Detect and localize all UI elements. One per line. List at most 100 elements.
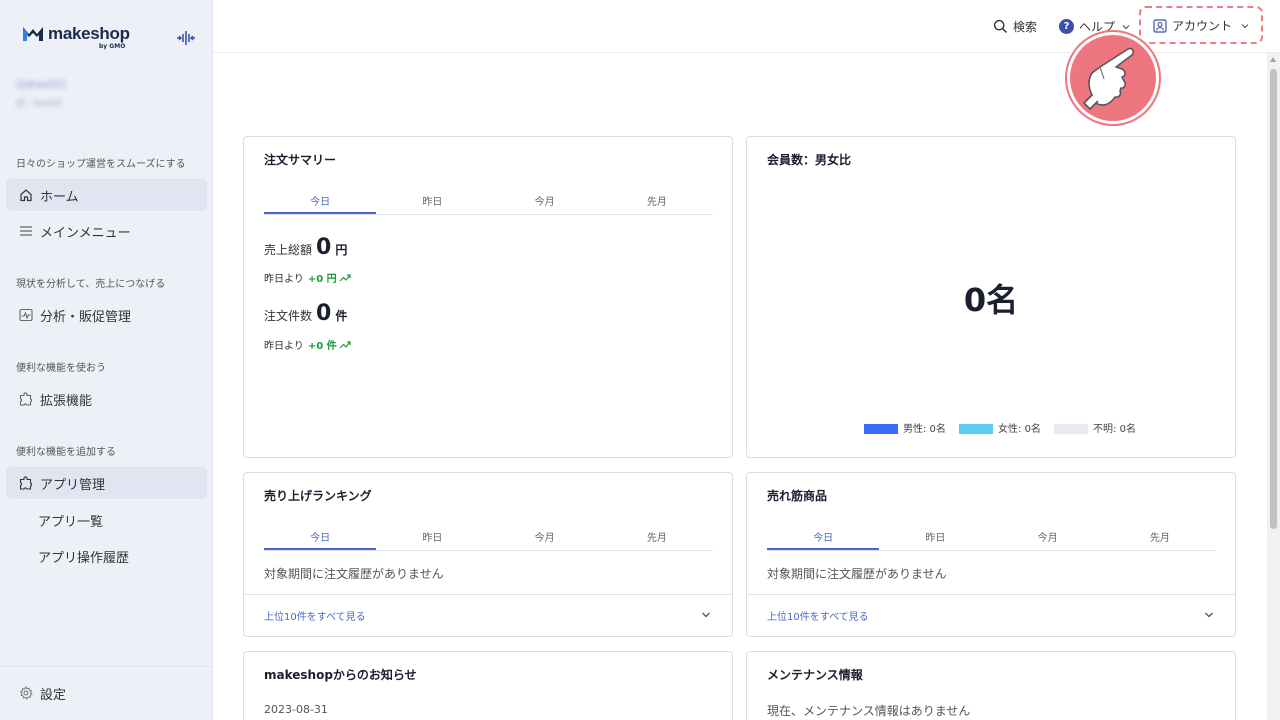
period-tabs: 今日 昨日 今月 先月 — [264, 189, 713, 215]
sidebar-item-settings[interactable]: 設定 — [6, 677, 207, 709]
main-content: 注文サマリー 今日 昨日 今月 先月 売上総額 0 円 昨日より +0 円 注文… — [213, 53, 1267, 720]
tab-today[interactable]: 今日 — [264, 525, 377, 550]
news-card: makeshopからのお知らせ 2023-08-31 — [243, 651, 733, 720]
period-tabs: 今日 昨日 今月 先月 — [264, 525, 713, 551]
legend-unknown: 不明: 0名 — [1054, 424, 1136, 435]
card-title: 売り上げランキング — [264, 489, 372, 503]
apps-puzzle-icon — [18, 475, 34, 491]
collapse-sidebar-icon[interactable] — [176, 28, 196, 48]
tab-this-month[interactable]: 今月 — [489, 525, 601, 550]
chevron-down-icon[interactable] — [1203, 609, 1215, 621]
legend-swatch-unknown — [1054, 424, 1089, 434]
sidebar-footer: 設定 — [0, 666, 213, 720]
section-label-analyze: 現状を分析して、売上につなげる — [16, 279, 166, 290]
search-label: 検索 — [1013, 20, 1038, 34]
search-button[interactable]: 検索 — [993, 18, 1037, 35]
tab-last-month[interactable]: 先月 — [601, 525, 713, 550]
empty-message: 対象期間に注文履歴がありません — [767, 567, 947, 581]
card-title: makeshopからのお知らせ — [264, 668, 417, 682]
period-tabs: 今日 昨日 今月 先月 — [767, 525, 1216, 551]
orders-compare: 昨日より +0 件 — [264, 337, 351, 352]
news-date: 2023-08-31 — [264, 703, 328, 716]
scroll-up-icon[interactable] — [1270, 57, 1276, 62]
logo-text: makeshop — [48, 24, 130, 43]
maintenance-message: 現在、メンテナンス情報はありません — [767, 704, 971, 718]
shop-name: Qdtest01 — [16, 78, 67, 91]
chevron-down-icon[interactable] — [700, 609, 712, 621]
legend-swatch-female — [959, 424, 994, 434]
puzzle-icon — [18, 391, 34, 407]
tab-last-month[interactable]: 先月 — [1104, 525, 1216, 550]
makeshop-logo-icon — [23, 27, 43, 41]
logo-sub: by GMO — [99, 43, 126, 50]
legend-male: 男性: 0名 — [864, 424, 946, 435]
sales-delta: +0 円 — [307, 274, 337, 285]
view-top10-link[interactable]: 上位10件をすべて見る — [767, 608, 869, 623]
sidebar-item-home[interactable]: ホーム — [6, 179, 207, 211]
search-icon — [993, 19, 1008, 34]
member-ratio-card: 会員数：男女比 0名 男性: 0名 女性: 0名 不明: 0名 — [746, 136, 1236, 458]
sidebar-subitem-app-history[interactable]: アプリ操作履歴 — [38, 547, 129, 566]
maintenance-card: メンテナンス情報 現在、メンテナンス情報はありません — [746, 651, 1236, 720]
card-footer[interactable]: 上位10件をすべて見る — [244, 594, 732, 636]
tab-today[interactable]: 今日 — [767, 525, 880, 550]
sidebar-item-extensions[interactable]: 拡張機能 — [6, 383, 207, 415]
empty-message: 対象期間に注文履歴がありません — [264, 567, 444, 581]
pointing-hand-icon — [1083, 47, 1135, 110]
orders-unit: 件 — [335, 309, 348, 323]
sidebar-item-analytics[interactable]: 分析・販促管理 — [6, 299, 207, 331]
section-label-add: 便利な機能を追加する — [16, 447, 116, 458]
pointer-hand-highlight — [1067, 32, 1159, 124]
scroll-thumb[interactable] — [1270, 69, 1277, 529]
gear-icon — [18, 685, 34, 701]
sales-unit: 円 — [335, 243, 348, 257]
view-top10-link[interactable]: 上位10件をすべて見る — [264, 608, 366, 623]
sales-total: 売上総額 0 円 — [264, 235, 347, 260]
sales-compare: 昨日より +0 円 — [264, 270, 351, 285]
main-scrollbar[interactable] — [1267, 53, 1280, 720]
trend-up-icon — [339, 340, 351, 348]
sidebar-item-apps[interactable]: アプリ管理 — [6, 467, 207, 499]
sidebar-item-label: メインメニュー — [40, 225, 131, 241]
sidebar-item-label: 設定 — [40, 687, 67, 703]
menu-icon — [18, 223, 34, 239]
tab-yesterday[interactable]: 昨日 — [879, 525, 991, 550]
card-title: 会員数：男女比 — [767, 153, 852, 167]
card-footer[interactable]: 上位10件をすべて見る — [747, 594, 1235, 636]
card-title: 注文サマリー — [264, 153, 337, 167]
sales-ranking-card: 売り上げランキング 今日 昨日 今月 先月 対象期間に注文履歴がありません 上位… — [243, 472, 733, 637]
section-label-daily: 日々のショップ運営をスムーズにする — [16, 159, 186, 170]
help-icon: ? — [1059, 19, 1074, 34]
tab-today[interactable]: 今日 — [264, 189, 377, 214]
analytics-icon — [18, 307, 34, 323]
home-icon — [18, 187, 34, 203]
sidebar-item-label: 分析・販促管理 — [40, 309, 132, 325]
section-label-useful: 便利な機能を使おう — [16, 363, 106, 374]
order-count: 注文件数 0 件 — [264, 301, 347, 326]
legend-female: 女性: 0名 — [959, 424, 1041, 435]
order-summary-card: 注文サマリー 今日 昨日 今月 先月 売上総額 0 円 昨日より +0 円 注文… — [243, 136, 733, 458]
tab-this-month[interactable]: 今月 — [992, 525, 1104, 550]
sidebar-item-label: 拡張機能 — [40, 393, 93, 409]
sales-label: 売上総額 — [264, 243, 313, 257]
shop-info: Qdtest01 ID : test01 — [16, 78, 67, 109]
orders-delta: +0 件 — [307, 341, 337, 352]
tab-this-month[interactable]: 今月 — [489, 189, 601, 214]
bestsellers-card: 売れ筋商品 今日 昨日 今月 先月 対象期間に注文履歴がありません 上位10件を… — [746, 472, 1236, 637]
member-total: 0名 — [963, 281, 1019, 319]
sidebar-subitem-app-list[interactable]: アプリ一覧 — [38, 511, 103, 530]
chevron-down-icon — [1122, 24, 1130, 29]
sidebar-item-main-menu[interactable]: メインメニュー — [6, 215, 207, 247]
card-title: 売れ筋商品 — [767, 489, 828, 503]
tab-yesterday[interactable]: 昨日 — [376, 525, 488, 550]
account-highlight — [1139, 6, 1263, 44]
orders-value: 0 — [316, 301, 332, 326]
trend-up-icon — [339, 273, 351, 281]
sidebar-item-label: ホーム — [40, 189, 79, 205]
logo[interactable]: makeshop by GMO — [22, 24, 130, 50]
sales-value: 0 — [316, 235, 332, 260]
orders-label: 注文件数 — [264, 309, 313, 323]
tab-last-month[interactable]: 先月 — [601, 189, 713, 214]
tab-yesterday[interactable]: 昨日 — [376, 189, 488, 214]
compare-label: 昨日より — [264, 341, 304, 352]
